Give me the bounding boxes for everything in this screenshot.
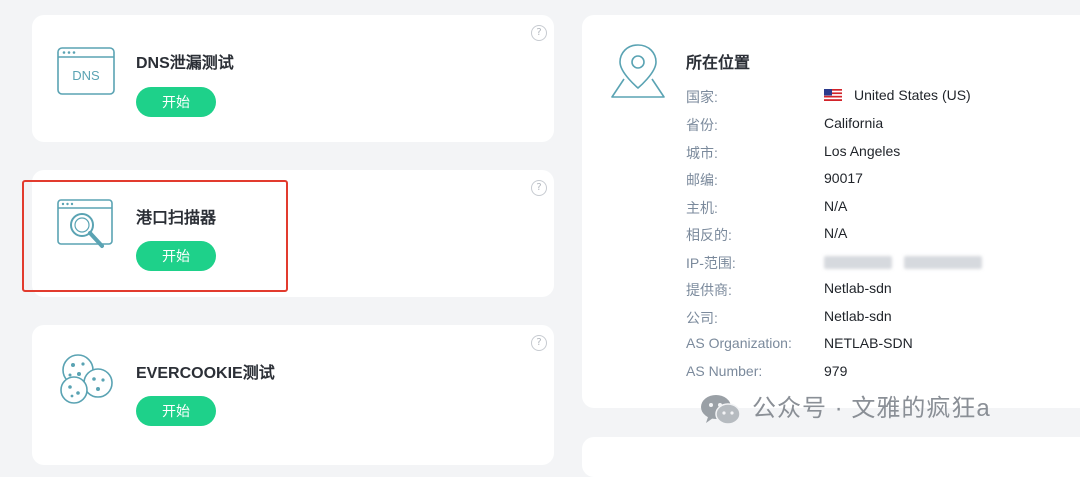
help-icon[interactable]: ? bbox=[531, 180, 547, 196]
watermark-text: 公众号 · 文雅的疯狂a bbox=[752, 395, 991, 422]
map-pin-icon bbox=[611, 44, 665, 98]
company-label: 公司: bbox=[686, 310, 718, 326]
us-flag-icon bbox=[824, 89, 842, 101]
ip-range-redacted bbox=[824, 253, 994, 269]
wechat-icon bbox=[701, 394, 741, 425]
dns-start-button[interactable]: 开始 bbox=[136, 87, 216, 117]
host-value: N/A bbox=[824, 198, 848, 214]
evercookie-test-title: EVERCOOKIE测试 bbox=[136, 365, 275, 382]
company-value: Netlab-sdn bbox=[824, 308, 892, 324]
as-organization-value: NETLAB-SDN bbox=[824, 335, 913, 351]
port-scanner-icon bbox=[57, 199, 113, 248]
province-label: 省份: bbox=[686, 117, 718, 133]
country-label: 国家: bbox=[686, 89, 718, 105]
as-organization-label: AS Organization: bbox=[686, 335, 792, 351]
provider-value: Netlab-sdn bbox=[824, 280, 892, 296]
next-card-edge bbox=[582, 437, 1080, 477]
location-title: 所在位置 bbox=[686, 55, 751, 72]
cookies-icon bbox=[60, 354, 113, 404]
province-value: California bbox=[824, 115, 884, 131]
country-text: United States (US) bbox=[854, 87, 971, 103]
host-label: 主机: bbox=[686, 200, 718, 216]
dns-icon-text: DNS bbox=[72, 68, 100, 83]
city-value: Los Angeles bbox=[824, 143, 901, 159]
zip-label: 邮编: bbox=[686, 172, 718, 188]
as-number-value: 979 bbox=[824, 363, 848, 379]
evercookie-start-button[interactable]: 开始 bbox=[136, 396, 216, 426]
city-label: 城市: bbox=[686, 145, 718, 161]
as-number-label: AS Number: bbox=[686, 363, 763, 379]
port-scanner-title: 港口扫描器 bbox=[136, 210, 217, 227]
ip-range-label: IP-范围: bbox=[686, 255, 736, 271]
help-icon[interactable]: ? bbox=[531, 25, 547, 41]
port-scanner-start-button[interactable]: 开始 bbox=[136, 241, 216, 271]
zip-value: 90017 bbox=[824, 170, 863, 186]
watermark: 公众号 · 文雅的疯狂a bbox=[700, 388, 991, 425]
provider-label: 提供商: bbox=[686, 282, 732, 298]
dns-icon: DNS bbox=[57, 47, 115, 95]
dns-test-title: DNS泄漏测试 bbox=[136, 55, 234, 72]
reverse-label: 相反的: bbox=[686, 227, 732, 243]
reverse-value: N/A bbox=[824, 225, 848, 241]
country-value: United States (US) bbox=[824, 87, 971, 103]
help-icon[interactable]: ? bbox=[531, 335, 547, 351]
